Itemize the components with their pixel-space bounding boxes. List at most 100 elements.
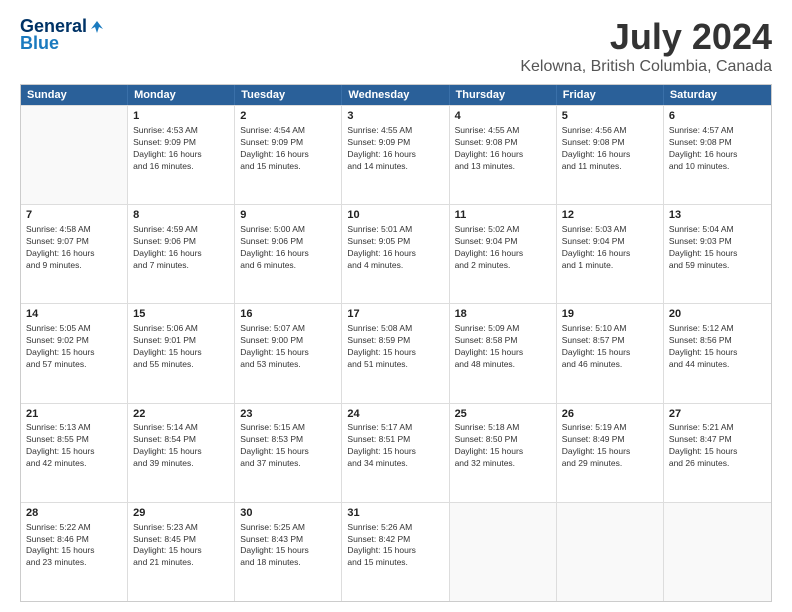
header-day-saturday: Saturday <box>664 85 771 105</box>
day-number: 1 <box>133 109 229 124</box>
calendar-cell: 26Sunrise: 5:19 AM Sunset: 8:49 PM Dayli… <box>557 404 664 502</box>
logo-bird-icon <box>89 19 105 35</box>
day-number: 2 <box>240 109 336 124</box>
calendar-cell: 29Sunrise: 5:23 AM Sunset: 8:45 PM Dayli… <box>128 503 235 601</box>
calendar-cell: 13Sunrise: 5:04 AM Sunset: 9:03 PM Dayli… <box>664 205 771 303</box>
day-info: Sunrise: 4:58 AM Sunset: 9:07 PM Dayligh… <box>26 224 122 272</box>
day-info: Sunrise: 4:54 AM Sunset: 9:09 PM Dayligh… <box>240 125 336 173</box>
day-number: 27 <box>669 407 766 422</box>
header-day-thursday: Thursday <box>450 85 557 105</box>
day-number: 12 <box>562 208 658 223</box>
day-number: 8 <box>133 208 229 223</box>
day-info: Sunrise: 5:09 AM Sunset: 8:58 PM Dayligh… <box>455 323 551 371</box>
day-info: Sunrise: 4:55 AM Sunset: 9:08 PM Dayligh… <box>455 125 551 173</box>
logo-blue: Blue <box>20 33 59 54</box>
calendar-cell: 1Sunrise: 4:53 AM Sunset: 9:09 PM Daylig… <box>128 106 235 204</box>
day-info: Sunrise: 5:03 AM Sunset: 9:04 PM Dayligh… <box>562 224 658 272</box>
day-info: Sunrise: 5:14 AM Sunset: 8:54 PM Dayligh… <box>133 422 229 470</box>
calendar-cell: 2Sunrise: 4:54 AM Sunset: 9:09 PM Daylig… <box>235 106 342 204</box>
day-number: 11 <box>455 208 551 223</box>
day-info: Sunrise: 5:22 AM Sunset: 8:46 PM Dayligh… <box>26 522 122 570</box>
calendar-cell: 16Sunrise: 5:07 AM Sunset: 9:00 PM Dayli… <box>235 304 342 402</box>
header-day-wednesday: Wednesday <box>342 85 449 105</box>
day-info: Sunrise: 5:26 AM Sunset: 8:42 PM Dayligh… <box>347 522 443 570</box>
calendar-cell: 24Sunrise: 5:17 AM Sunset: 8:51 PM Dayli… <box>342 404 449 502</box>
calendar-cell: 22Sunrise: 5:14 AM Sunset: 8:54 PM Dayli… <box>128 404 235 502</box>
calendar-cell: 9Sunrise: 5:00 AM Sunset: 9:06 PM Daylig… <box>235 205 342 303</box>
calendar-cell: 27Sunrise: 5:21 AM Sunset: 8:47 PM Dayli… <box>664 404 771 502</box>
calendar-cell: 5Sunrise: 4:56 AM Sunset: 9:08 PM Daylig… <box>557 106 664 204</box>
calendar-cell: 31Sunrise: 5:26 AM Sunset: 8:42 PM Dayli… <box>342 503 449 601</box>
day-number: 21 <box>26 407 122 422</box>
day-number: 31 <box>347 506 443 521</box>
day-number: 15 <box>133 307 229 322</box>
calendar-cell: 25Sunrise: 5:18 AM Sunset: 8:50 PM Dayli… <box>450 404 557 502</box>
calendar-cell: 4Sunrise: 4:55 AM Sunset: 9:08 PM Daylig… <box>450 106 557 204</box>
day-info: Sunrise: 5:04 AM Sunset: 9:03 PM Dayligh… <box>669 224 766 272</box>
day-info: Sunrise: 5:05 AM Sunset: 9:02 PM Dayligh… <box>26 323 122 371</box>
day-info: Sunrise: 5:18 AM Sunset: 8:50 PM Dayligh… <box>455 422 551 470</box>
calendar-body: 1Sunrise: 4:53 AM Sunset: 9:09 PM Daylig… <box>21 105 771 601</box>
calendar-week-1: 1Sunrise: 4:53 AM Sunset: 9:09 PM Daylig… <box>21 105 771 204</box>
day-info: Sunrise: 5:00 AM Sunset: 9:06 PM Dayligh… <box>240 224 336 272</box>
logo: General Blue <box>20 16 105 54</box>
calendar-cell: 12Sunrise: 5:03 AM Sunset: 9:04 PM Dayli… <box>557 205 664 303</box>
day-number: 5 <box>562 109 658 124</box>
day-info: Sunrise: 5:12 AM Sunset: 8:56 PM Dayligh… <box>669 323 766 371</box>
header-day-tuesday: Tuesday <box>235 85 342 105</box>
header-day-sunday: Sunday <box>21 85 128 105</box>
calendar-header: SundayMondayTuesdayWednesdayThursdayFrid… <box>21 85 771 105</box>
day-info: Sunrise: 4:57 AM Sunset: 9:08 PM Dayligh… <box>669 125 766 173</box>
calendar-cell: 3Sunrise: 4:55 AM Sunset: 9:09 PM Daylig… <box>342 106 449 204</box>
day-number: 26 <box>562 407 658 422</box>
day-info: Sunrise: 5:25 AM Sunset: 8:43 PM Dayligh… <box>240 522 336 570</box>
day-number: 30 <box>240 506 336 521</box>
calendar-cell: 8Sunrise: 4:59 AM Sunset: 9:06 PM Daylig… <box>128 205 235 303</box>
day-number: 13 <box>669 208 766 223</box>
day-info: Sunrise: 4:55 AM Sunset: 9:09 PM Dayligh… <box>347 125 443 173</box>
calendar-week-3: 14Sunrise: 5:05 AM Sunset: 9:02 PM Dayli… <box>21 303 771 402</box>
day-number: 6 <box>669 109 766 124</box>
day-number: 4 <box>455 109 551 124</box>
day-number: 7 <box>26 208 122 223</box>
day-number: 22 <box>133 407 229 422</box>
calendar-cell: 15Sunrise: 5:06 AM Sunset: 9:01 PM Dayli… <box>128 304 235 402</box>
calendar-cell: 23Sunrise: 5:15 AM Sunset: 8:53 PM Dayli… <box>235 404 342 502</box>
day-info: Sunrise: 5:23 AM Sunset: 8:45 PM Dayligh… <box>133 522 229 570</box>
day-number: 3 <box>347 109 443 124</box>
day-info: Sunrise: 4:56 AM Sunset: 9:08 PM Dayligh… <box>562 125 658 173</box>
main-title: July 2024 <box>520 16 772 58</box>
day-number: 19 <box>562 307 658 322</box>
calendar-week-2: 7Sunrise: 4:58 AM Sunset: 9:07 PM Daylig… <box>21 204 771 303</box>
calendar-week-5: 28Sunrise: 5:22 AM Sunset: 8:46 PM Dayli… <box>21 502 771 601</box>
calendar-cell: 10Sunrise: 5:01 AM Sunset: 9:05 PM Dayli… <box>342 205 449 303</box>
calendar-cell: 19Sunrise: 5:10 AM Sunset: 8:57 PM Dayli… <box>557 304 664 402</box>
calendar-cell <box>21 106 128 204</box>
day-number: 24 <box>347 407 443 422</box>
day-number: 9 <box>240 208 336 223</box>
calendar: SundayMondayTuesdayWednesdayThursdayFrid… <box>20 84 772 602</box>
day-number: 23 <box>240 407 336 422</box>
calendar-cell: 11Sunrise: 5:02 AM Sunset: 9:04 PM Dayli… <box>450 205 557 303</box>
day-number: 29 <box>133 506 229 521</box>
day-info: Sunrise: 5:13 AM Sunset: 8:55 PM Dayligh… <box>26 422 122 470</box>
day-number: 10 <box>347 208 443 223</box>
day-info: Sunrise: 5:02 AM Sunset: 9:04 PM Dayligh… <box>455 224 551 272</box>
title-block: July 2024 Kelowna, British Columbia, Can… <box>520 16 772 76</box>
day-number: 28 <box>26 506 122 521</box>
header-day-monday: Monday <box>128 85 235 105</box>
calendar-cell: 20Sunrise: 5:12 AM Sunset: 8:56 PM Dayli… <box>664 304 771 402</box>
day-info: Sunrise: 4:59 AM Sunset: 9:06 PM Dayligh… <box>133 224 229 272</box>
calendar-cell: 21Sunrise: 5:13 AM Sunset: 8:55 PM Dayli… <box>21 404 128 502</box>
subtitle: Kelowna, British Columbia, Canada <box>520 58 772 76</box>
calendar-cell: 18Sunrise: 5:09 AM Sunset: 8:58 PM Dayli… <box>450 304 557 402</box>
calendar-cell: 28Sunrise: 5:22 AM Sunset: 8:46 PM Dayli… <box>21 503 128 601</box>
day-info: Sunrise: 5:21 AM Sunset: 8:47 PM Dayligh… <box>669 422 766 470</box>
day-info: Sunrise: 5:07 AM Sunset: 9:00 PM Dayligh… <box>240 323 336 371</box>
header-day-friday: Friday <box>557 85 664 105</box>
calendar-cell: 7Sunrise: 4:58 AM Sunset: 9:07 PM Daylig… <box>21 205 128 303</box>
day-number: 18 <box>455 307 551 322</box>
day-info: Sunrise: 5:17 AM Sunset: 8:51 PM Dayligh… <box>347 422 443 470</box>
calendar-cell <box>450 503 557 601</box>
day-number: 16 <box>240 307 336 322</box>
